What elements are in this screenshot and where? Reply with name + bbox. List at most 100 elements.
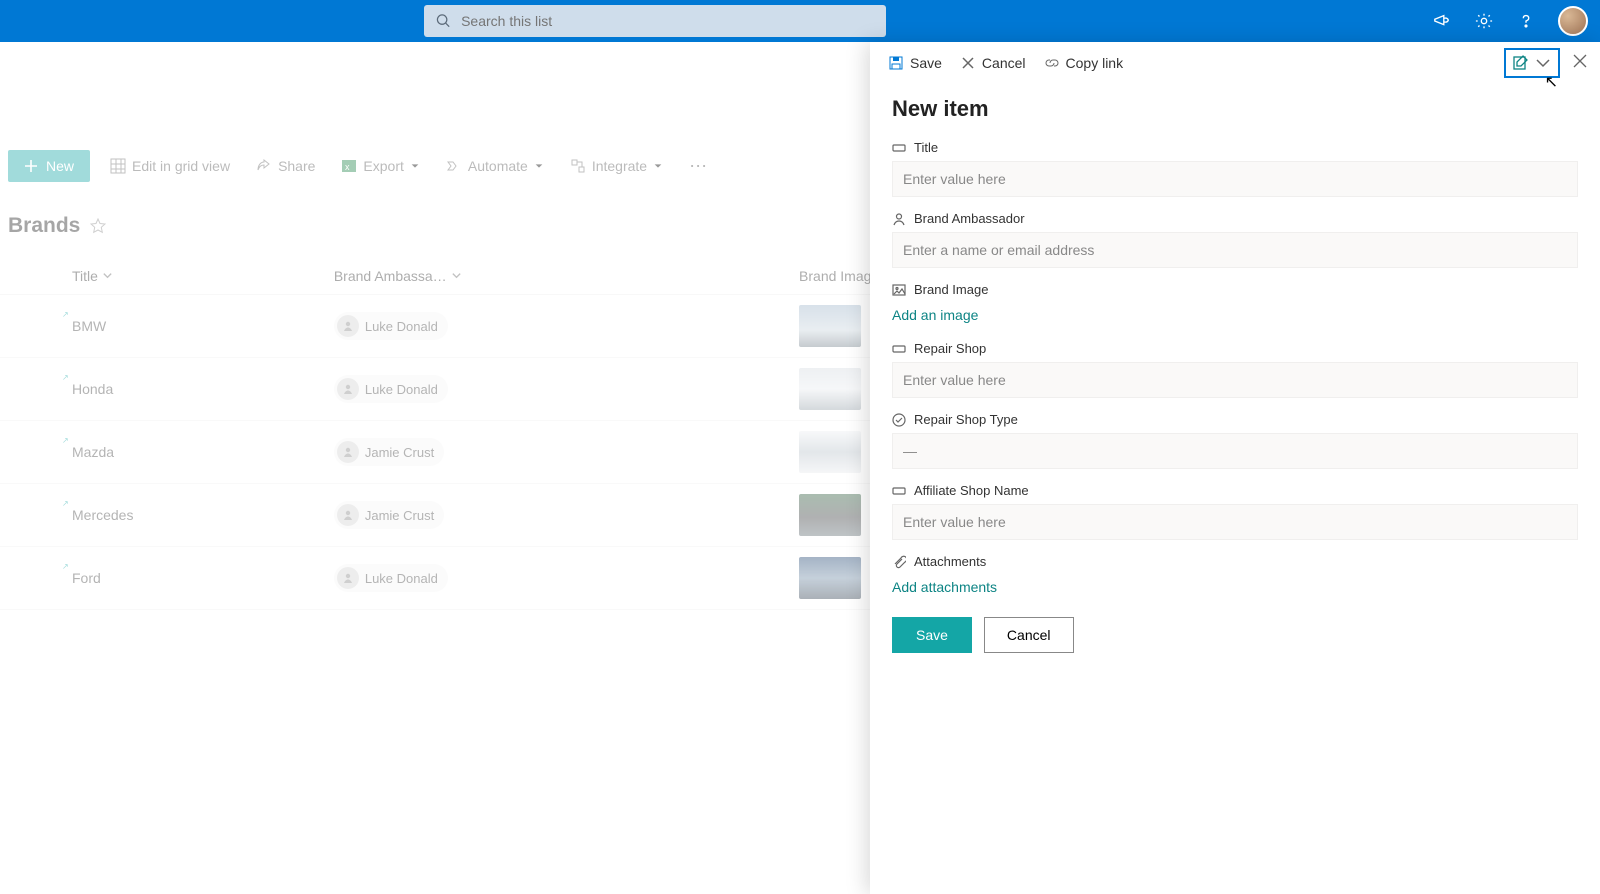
automate-label: Automate [468, 158, 528, 174]
panel-save-label: Save [910, 55, 942, 71]
repair-input[interactable] [892, 362, 1578, 398]
image-icon [892, 283, 906, 297]
app-topbar [0, 0, 1600, 42]
panel-close-button[interactable] [1568, 49, 1592, 78]
share-icon [256, 158, 272, 174]
field-brand-image: Brand Image Add an image [892, 282, 1578, 327]
person-avatar-icon [337, 378, 359, 400]
save-icon [888, 55, 904, 71]
svg-text:x: x [345, 162, 350, 172]
col-ambassador[interactable]: Brand Ambassa… [322, 258, 787, 295]
chevron-down-icon [534, 161, 544, 171]
field-repair-shop: Repair Shop [892, 341, 1578, 398]
field-attachments-label: Attachments [914, 554, 986, 569]
row-title: Ford [72, 570, 101, 586]
text-field-icon [892, 484, 906, 498]
person-avatar-icon [337, 567, 359, 589]
plus-icon [24, 159, 38, 173]
cursor-indicator: ↖ [1545, 72, 1558, 92]
row-title: Mazda [72, 444, 114, 460]
help-icon[interactable] [1516, 11, 1536, 31]
person-avatar-icon [337, 315, 359, 337]
search-input[interactable] [461, 13, 874, 29]
field-title-label: Title [914, 140, 938, 155]
ambassador-input[interactable] [892, 232, 1578, 268]
chevron-down-icon [410, 161, 420, 171]
more-actions[interactable]: ⋯ [683, 156, 715, 177]
chevron-down-icon [653, 161, 663, 171]
field-affiliate: Affiliate Shop Name [892, 483, 1578, 540]
person-chip[interactable]: Luke Donald [334, 375, 448, 403]
flow-icon [446, 158, 462, 174]
topbar-actions [1432, 6, 1588, 36]
search-box[interactable] [424, 5, 886, 37]
row-title: BMW [72, 318, 106, 334]
brand-image-thumb [799, 368, 861, 410]
automate-button[interactable]: Automate [440, 154, 550, 178]
share-label: Share [278, 158, 315, 174]
repair-type-select[interactable]: — [892, 433, 1578, 469]
row-title: Mercedes [72, 507, 133, 523]
add-attachments-link[interactable]: Add attachments [892, 575, 997, 599]
person-avatar-icon [337, 504, 359, 526]
settings-icon[interactable] [1474, 11, 1494, 31]
user-avatar[interactable] [1558, 6, 1588, 36]
panel-heading: New item [892, 96, 1578, 122]
panel-cancel-label: Cancel [982, 55, 1026, 71]
person-chip[interactable]: Jamie Crust [334, 438, 444, 466]
field-image-label: Brand Image [914, 282, 988, 297]
field-affiliate-label: Affiliate Shop Name [914, 483, 1029, 498]
panel-cancel-button[interactable]: Cancel [960, 55, 1026, 71]
choice-icon [892, 413, 906, 427]
title-input[interactable] [892, 161, 1578, 197]
brand-image-thumb [799, 305, 861, 347]
export-button[interactable]: x Export [335, 154, 425, 178]
field-repair-label: Repair Shop [914, 341, 986, 356]
grid-icon [110, 158, 126, 174]
person-avatar-icon [337, 441, 359, 463]
list-title: Brands [8, 214, 80, 238]
person-name: Luke Donald [365, 319, 438, 334]
panel-buttons: Save Cancel [892, 617, 1578, 653]
edit-grid-button[interactable]: Edit in grid view [104, 154, 236, 178]
excel-icon: x [341, 158, 357, 174]
person-chip[interactable]: Luke Donald [334, 312, 448, 340]
brand-image-thumb [799, 494, 861, 536]
integrate-button[interactable]: Integrate [564, 154, 669, 178]
brand-image-thumb [799, 557, 861, 599]
brand-image-thumb [799, 431, 861, 473]
chevron-down-icon [102, 270, 113, 281]
person-icon [892, 212, 906, 226]
attachment-icon [892, 555, 906, 569]
integrate-label: Integrate [592, 158, 647, 174]
favorite-star-icon[interactable] [90, 218, 106, 234]
field-attachments: Attachments Add attachments [892, 554, 1578, 599]
close-icon [1572, 53, 1588, 69]
person-chip[interactable]: Luke Donald [334, 564, 448, 592]
link-icon [1044, 55, 1060, 71]
person-name: Jamie Crust [365, 445, 434, 460]
copy-link-button[interactable]: Copy link [1044, 55, 1124, 71]
person-chip[interactable]: Jamie Crust [334, 501, 444, 529]
panel-save-button[interactable]: Save [888, 55, 942, 71]
field-repair-type-label: Repair Shop Type [914, 412, 1018, 427]
col-title[interactable]: Title [60, 258, 322, 295]
megaphone-icon[interactable] [1432, 11, 1452, 31]
field-repair-type: Repair Shop Type — [892, 412, 1578, 469]
panel-toolbar: Save Cancel Copy link [870, 42, 1600, 84]
integrate-icon [570, 158, 586, 174]
add-image-link[interactable]: Add an image [892, 303, 978, 327]
cancel-button[interactable]: Cancel [984, 617, 1074, 653]
new-button[interactable]: New [8, 150, 90, 182]
search-icon [436, 13, 451, 29]
share-button[interactable]: Share [250, 154, 321, 178]
row-title: Honda [72, 381, 113, 397]
new-item-panel: Save Cancel Copy link ↖ New item Title [870, 42, 1600, 894]
save-button[interactable]: Save [892, 617, 972, 653]
copy-link-label: Copy link [1066, 55, 1124, 71]
text-field-icon [892, 342, 906, 356]
affiliate-input[interactable] [892, 504, 1578, 540]
person-name: Jamie Crust [365, 508, 434, 523]
panel-body: New item Title Brand Ambassador Brand Im… [870, 84, 1600, 665]
field-title: Title [892, 140, 1578, 197]
